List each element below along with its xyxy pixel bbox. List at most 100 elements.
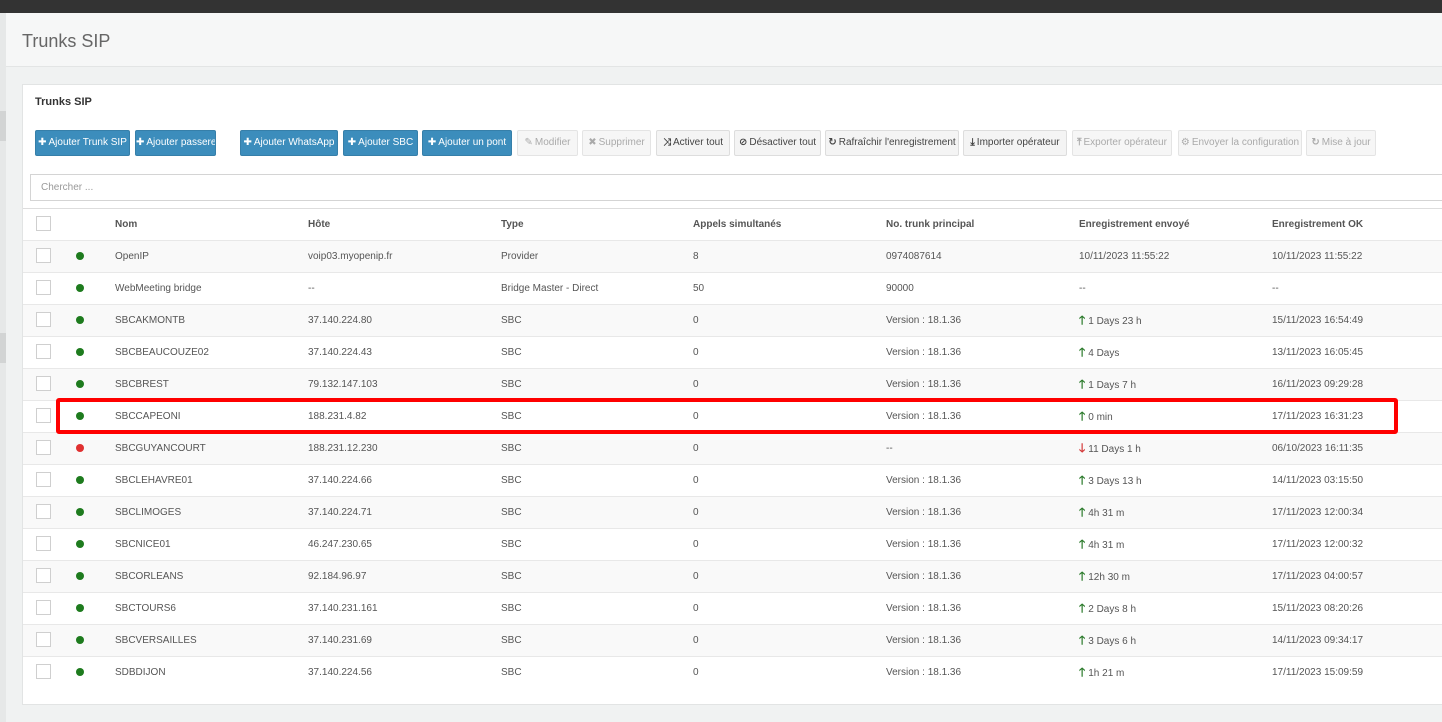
- cell-registration-sent: 🡑 4 Days: [1079, 337, 1119, 368]
- column-header-host[interactable]: Hôte: [308, 209, 330, 240]
- row-checkbox[interactable]: [36, 408, 51, 423]
- toolbar-button-8[interactable]: ⊘ Désactiver tout: [734, 130, 821, 156]
- cell-registration-sent: 🡑 2 Days 8 h: [1079, 593, 1136, 624]
- table-row[interactable]: OpenIP voip03.myopenip.fr Provider 8 0974087…: [23, 240, 1442, 272]
- row-checkbox[interactable]: [36, 600, 51, 615]
- table-row[interactable]: SBCBREST 79.132.147.103 SBC 0 Version : 18.1…: [23, 368, 1442, 400]
- status-dot-icon: [76, 540, 84, 548]
- toolbar-button-0[interactable]: ✚ Ajouter Trunk SIP: [35, 130, 130, 156]
- cell-text: 0: [693, 443, 699, 454]
- toolbar-button-3[interactable]: ✚ Ajouter SBC: [343, 130, 418, 156]
- cell-text: 12h 30 m: [1088, 572, 1130, 583]
- table-row[interactable]: SBCLEHAVRE01 37.140.224.66 SBC 0 Version : 1…: [23, 464, 1442, 496]
- row-checkbox[interactable]: [36, 248, 51, 263]
- cell-type: SBC: [501, 529, 522, 560]
- table-row[interactable]: SBCNICE01 46.247.230.65 SBC 0 Version : 18.1…: [23, 528, 1442, 560]
- cell-text: Version : 18.1.36: [886, 667, 962, 678]
- column-header-registration-ok[interactable]: Enregistrement OK: [1272, 209, 1363, 240]
- arrow-up-icon: 🡑: [1079, 313, 1086, 327]
- status-dot-icon: [76, 508, 84, 516]
- cell-text: 37.140.231.161: [308, 603, 378, 614]
- cell-text: 188.231.12.230: [308, 443, 378, 454]
- cell-trunk-number: Version : 18.1.36: [886, 465, 961, 496]
- column-header-type[interactable]: Type: [501, 209, 524, 240]
- row-checkbox[interactable]: [36, 472, 51, 487]
- row-checkbox[interactable]: [36, 312, 51, 327]
- column-header-registration-sent[interactable]: Enregistrement envoyé: [1079, 209, 1190, 240]
- toolbar-button-4[interactable]: ✚ Ajouter un pont: [422, 130, 512, 156]
- table-row[interactable]: SBCORLEANS 92.184.96.97 SBC 0 Version : 18.1…: [23, 560, 1442, 592]
- cell-name: SBCBREST: [115, 369, 169, 400]
- toolbar-button-2[interactable]: ✚ Ajouter WhatsApp: [240, 130, 338, 156]
- cell-text: SDBDIJON: [115, 667, 166, 678]
- cell-text: SBC: [501, 347, 522, 358]
- cell-name: SBCNICE01: [115, 529, 171, 560]
- highlighted-row-annotation: [56, 398, 1398, 434]
- select-all-checkbox[interactable]: [36, 216, 51, 231]
- cell-text: WebMeeting bridge: [115, 283, 202, 294]
- ban-icon: ⊘: [738, 137, 748, 148]
- cell-text: SBCGUYANCOURT: [115, 443, 206, 454]
- table-row[interactable]: SBCTOURS6 37.140.231.161 SBC 0 Version : 18.…: [23, 592, 1442, 624]
- table-row[interactable]: SDBDIJON 37.140.224.56 SBC 0 Version : 18.1.…: [23, 656, 1442, 688]
- row-checkbox[interactable]: [36, 280, 51, 295]
- status-dot-icon: [76, 636, 84, 644]
- cell-name: SBCLIMOGES: [115, 497, 181, 528]
- cell-trunk-number: Version : 18.1.36: [886, 337, 961, 368]
- cell-text: 10/11/2023 11:55:22: [1079, 251, 1170, 262]
- cell-host: 92.184.96.97: [308, 561, 366, 592]
- plus-icon: ✚: [347, 137, 357, 148]
- cell-registration-ok: 13/11/2023 16:05:45: [1272, 337, 1363, 368]
- column-header-name[interactable]: Nom: [115, 209, 137, 240]
- row-checkbox[interactable]: [36, 440, 51, 455]
- table-row[interactable]: SBCLIMOGES 37.140.224.71 SBC 0 Version : 18.…: [23, 496, 1442, 528]
- cell-registration-sent: 🡓 11 Days 1 h: [1079, 433, 1141, 464]
- cell-calls: 0: [693, 529, 699, 560]
- row-checkbox[interactable]: [36, 344, 51, 359]
- toolbar-button-7[interactable]: ⤨ Activer tout: [656, 130, 730, 156]
- toolbar-button-13[interactable]: ↻ Mise à jour: [1306, 130, 1376, 156]
- cell-text: SBCORLEANS: [115, 571, 184, 582]
- toolbar-button-9[interactable]: ↻ Rafraîchir l'enregistrement: [825, 130, 959, 156]
- cell-text: 0: [693, 347, 699, 358]
- table-row[interactable]: SBCGUYANCOURT 188.231.12.230 SBC 0 -- 🡓 11 Day…: [23, 432, 1442, 464]
- toolbar-button-label: Ajouter Trunk SIP: [48, 137, 127, 148]
- row-checkbox[interactable]: [36, 504, 51, 519]
- table-row[interactable]: WebMeeting bridge -- Bridge Master - Direc…: [23, 272, 1442, 304]
- cell-text: 0: [693, 315, 699, 326]
- row-checkbox[interactable]: [36, 568, 51, 583]
- cell-text: 0: [693, 635, 699, 646]
- cell-registration-sent: 10/11/2023 11:55:22: [1079, 241, 1169, 272]
- row-checkbox[interactable]: [36, 664, 51, 679]
- cell-text: 0: [693, 571, 699, 582]
- cell-text: 0: [693, 667, 699, 678]
- status-dot-icon: [76, 668, 84, 676]
- table-row[interactable]: SBCAKMONTB 37.140.224.80 SBC 0 Version : 18.…: [23, 304, 1442, 336]
- refresh-icon: ↻: [1311, 137, 1320, 148]
- table-row[interactable]: SBCVERSAILLES 37.140.231.69 SBC 0 Version : …: [23, 624, 1442, 656]
- row-checkbox[interactable]: [36, 632, 51, 647]
- row-checkbox[interactable]: [36, 536, 51, 551]
- toolbar-button-1[interactable]: ✚Ajouter passerelle: [135, 130, 216, 156]
- cross-icon: ✖: [588, 137, 597, 148]
- cell-name: SBCVERSAILLES: [115, 625, 197, 656]
- search-input[interactable]: Chercher ...: [30, 174, 1442, 201]
- toolbar-button-11[interactable]: ⤒ Exporter opérateur: [1072, 130, 1172, 156]
- status-dot-icon: [76, 380, 84, 388]
- toolbar-button-6[interactable]: ✖ Supprimer: [582, 130, 651, 156]
- cell-text: 17/11/2023 04:00:57: [1272, 571, 1364, 582]
- table-row[interactable]: SBCBEAUCOUZE02 37.140.224.43 SBC 0 Version :…: [23, 336, 1442, 368]
- toolbar-button-5[interactable]: ✎ Modifier: [517, 130, 578, 156]
- cell-text: 11 Days 1 h: [1088, 444, 1141, 455]
- cell-host: 37.140.224.80: [308, 305, 372, 336]
- cell-type: SBC: [501, 465, 522, 496]
- cell-name: SBCGUYANCOURT: [115, 433, 206, 464]
- column-header-calls[interactable]: Appels simultanés: [693, 209, 781, 240]
- row-checkbox[interactable]: [36, 376, 51, 391]
- cell-text: 14/11/2023 03:15:50: [1272, 475, 1364, 486]
- column-header-trunk-number[interactable]: No. trunk principal: [886, 209, 974, 240]
- toolbar-button-12[interactable]: ⚙ Envoyer la configuration: [1178, 130, 1302, 156]
- cell-calls: 50: [693, 273, 704, 304]
- trunks-panel: Trunks SIP ✚ Ajouter Trunk SIP ✚ Ajouter pa…: [22, 84, 1442, 705]
- toolbar-button-10[interactable]: ⤓ Importer opérateur: [963, 130, 1067, 156]
